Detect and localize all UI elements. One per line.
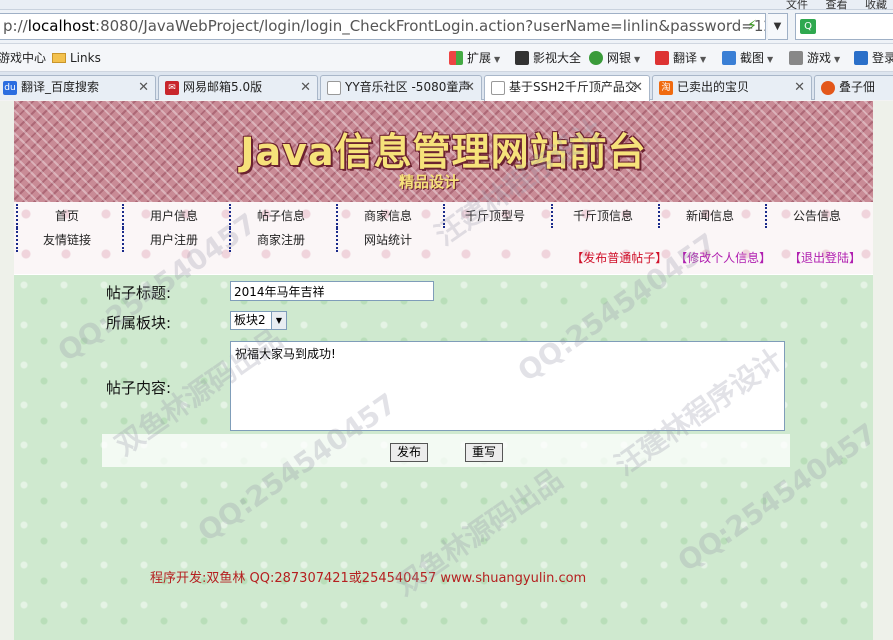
content-label: 帖子内容: (106, 379, 172, 397)
close-icon[interactable]: ✕ (794, 76, 805, 99)
footer-credit: 程序开发:双鱼林 QQ:287307421或254540457 www.shua… (150, 571, 587, 586)
close-icon[interactable]: ✕ (300, 76, 311, 99)
toolbar-label: 网银 (607, 51, 632, 65)
nav-notices[interactable]: 公告信息 (764, 204, 870, 228)
key-icon (854, 51, 868, 65)
form-actions: 发布 重写 (102, 434, 790, 467)
toolbar-video[interactable]: 影视大全 (515, 44, 581, 72)
bookmark-label: Links (70, 51, 101, 65)
toolbar-label: 截图 (740, 51, 765, 65)
caret-down-icon: ▼ (634, 55, 641, 64)
search-input[interactable]: Q (795, 13, 893, 40)
tab-bar: du 翻译_百度搜索 ✕ ✉ 网易邮箱5.0版 ✕ YY音乐社区 -5080童声… (0, 72, 893, 101)
toolbar-screenshot[interactable]: 截图 ▼ (722, 44, 773, 74)
user-action-links: 【发布普通帖子】 【修改个人信息】 【退出登陆】 (567, 251, 861, 265)
nav-jack-info[interactable]: 千斤顶信息 (550, 204, 656, 228)
nav-merchant-info[interactable]: 商家信息 (335, 204, 441, 228)
browser-title-strip: 文件 查看 收藏 (0, 0, 893, 11)
tab-label: 叠子佃 (839, 80, 876, 94)
nav-jack-model[interactable]: 千斤顶型号 (442, 204, 548, 228)
bookmark-game-center[interactable]: 游戏中心 (0, 44, 46, 72)
submit-button[interactable]: 发布 (390, 443, 428, 462)
post-content-text: 祝福大家马到成功! (235, 347, 336, 361)
caret-down-icon: ▼ (834, 55, 841, 64)
close-icon[interactable]: ✕ (464, 76, 475, 99)
nav-merchant-register[interactable]: 商家注册 (228, 228, 334, 252)
toolbar-login[interactable]: 登录 (854, 44, 893, 72)
tab-sold-items[interactable]: 淘 已卖出的宝贝 ✕ (652, 75, 812, 100)
taobao-icon: 淘 (659, 81, 673, 95)
nav-post-info[interactable]: 帖子信息 (228, 204, 334, 228)
tab-label: 已卖出的宝贝 (677, 80, 750, 94)
page-icon (327, 81, 341, 95)
nav-news[interactable]: 新闻信息 (657, 204, 763, 228)
page-icon (491, 81, 505, 95)
paw-icon: du (3, 81, 17, 95)
tab-label: 翻译_百度搜索 (21, 80, 100, 94)
search-icon[interactable]: Q (800, 19, 816, 34)
url-path: :8080/JavaWebProject/login/login_CheckFr… (95, 17, 766, 35)
toolbar-label: 翻译 (673, 51, 698, 65)
scissors-icon (722, 51, 736, 65)
chevron-down-icon[interactable]: ▼ (768, 13, 788, 40)
page-viewport: Java信息管理网站前台 精品设计 首页 用户信息 帖子信息 商家信息 千斤顶型… (0, 101, 893, 640)
toolbar-translate[interactable]: 翻译 ▼ (655, 44, 706, 74)
tab-label: YY音乐社区 -5080童声 (345, 80, 471, 94)
post-link[interactable]: 【发布普通帖子】 (571, 251, 667, 265)
circle-icon (821, 81, 835, 95)
shield-icon (589, 51, 603, 65)
lightning-icon[interactable]: ⚡ (745, 18, 759, 34)
bookmark-bar: 游戏中心 Links 扩展 ▼ 影视大全 网银 ▼ 翻译 ▼ 截图 ▼ 游戏 ▼ 登录 (0, 44, 893, 72)
caret-down-icon: ▼ (767, 55, 774, 64)
nav-friend-links[interactable]: 友情链接 (14, 228, 120, 252)
edit-profile-link[interactable]: 【修改个人信息】 (675, 251, 771, 265)
translate-icon (655, 51, 669, 65)
toolbar-label: 游戏 (807, 51, 832, 65)
tab-other[interactable]: 叠子佃 (814, 75, 893, 100)
toolbar-games[interactable]: 游戏 ▼ (789, 44, 840, 74)
nav-home[interactable]: 首页 (14, 204, 120, 228)
folder-icon (52, 53, 66, 63)
grid-icon (449, 51, 463, 65)
gamepad-icon (789, 51, 803, 65)
logout-link[interactable]: 【退出登陆】 (789, 251, 861, 265)
toolbar-label: 扩展 (467, 51, 492, 65)
caret-down-icon: ▼ (700, 55, 707, 64)
close-icon[interactable]: ✕ (138, 76, 149, 99)
nav-site-stats[interactable]: 网站统计 (335, 228, 441, 252)
tab-netease-mail[interactable]: ✉ 网易邮箱5.0版 ✕ (158, 75, 318, 100)
toolbar-label: 登录 (872, 51, 893, 65)
close-icon[interactable]: ✕ (632, 76, 643, 99)
tab-label: 网易邮箱5.0版 (183, 80, 263, 94)
site-title: Java信息管理网站前台 (240, 130, 647, 174)
board-select[interactable]: 板块2 ▼ (230, 311, 287, 330)
tab-yy-music[interactable]: YY音乐社区 -5080童声 ✕ (320, 75, 482, 100)
site-banner: Java信息管理网站前台 精品设计 (14, 101, 873, 202)
url-input[interactable]: p://localhost:8080/JavaWebProject/login/… (0, 13, 766, 40)
tab-baidu-translate[interactable]: du 翻译_百度搜索 ✕ (0, 75, 156, 100)
toolbar-label: 影视大全 (533, 51, 582, 65)
bookmark-links[interactable]: Links (52, 44, 101, 72)
toolbar-extensions[interactable]: 扩展 ▼ (449, 44, 500, 74)
post-content-textarea[interactable]: 祝福大家马到成功! (230, 341, 785, 431)
address-bar: p://localhost:8080/JavaWebProject/login/… (0, 10, 893, 44)
toolbar-ebank[interactable]: 网银 ▼ (589, 44, 640, 74)
board-label: 所属板块: (106, 314, 172, 332)
nav-user-register[interactable]: 用户注册 (121, 228, 227, 252)
url-prefix: p:// (3, 17, 28, 35)
url-host: localhost (27, 17, 96, 35)
caret-down-icon: ▼ (494, 55, 501, 64)
tab-label: 基于SSH2千斤顶产品交 (509, 80, 637, 94)
play-icon (515, 51, 529, 65)
bookmark-label: 游戏中心 (0, 51, 47, 65)
site-subtitle: 精品设计 (399, 173, 460, 191)
mail-icon: ✉ (165, 81, 179, 95)
post-title-input[interactable] (230, 281, 434, 301)
reset-button[interactable]: 重写 (465, 443, 503, 462)
chevron-down-icon: ▼ (271, 312, 286, 329)
nav-user-info[interactable]: 用户信息 (121, 204, 227, 228)
tab-ssh2-project[interactable]: 基于SSH2千斤顶产品交 ✕ (484, 75, 650, 101)
board-selected-value: 板块2 (234, 313, 266, 327)
title-label: 帖子标题: (106, 284, 172, 302)
